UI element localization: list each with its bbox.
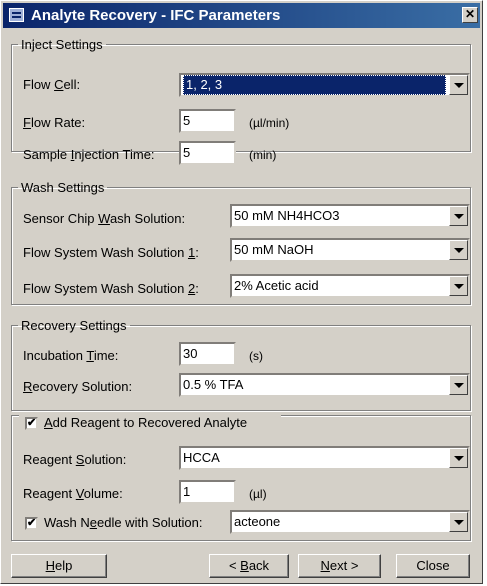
- inject-settings-legend: Inject Settings: [21, 37, 103, 52]
- close-window-button[interactable]: ✕: [462, 7, 478, 23]
- chevron-down-icon[interactable]: [449, 75, 468, 95]
- flow-rate-label: Flow Rate:: [23, 115, 86, 130]
- flow-wash-solution-2-value: 2% Acetic acid: [234, 278, 319, 293]
- flow-cell-label: Flow Cell:: [23, 77, 81, 92]
- flow-wash-solution-1-label: Flow System Wash Solution 1:: [23, 245, 199, 260]
- close-button[interactable]: Close: [396, 554, 470, 578]
- flow-wash-solution-1-value: 50 mM NaOH: [234, 242, 314, 257]
- flow-rate-input[interactable]: 5: [179, 109, 236, 133]
- app-icon: [9, 8, 24, 22]
- sample-injection-time-input[interactable]: 5: [179, 141, 236, 165]
- wash-settings-legend: Wash Settings: [21, 180, 105, 195]
- reagent-volume-input[interactable]: 1: [179, 480, 236, 504]
- flow-wash-solution-1-dropdown[interactable]: 50 mM NaOH: [230, 238, 470, 262]
- sensor-chip-wash-label: Sensor Chip Wash Solution:: [23, 211, 186, 226]
- wash-needle-checkbox[interactable]: ✔: [25, 517, 38, 530]
- wash-needle-value: acteone: [234, 514, 281, 529]
- flow-wash-solution-2-label: Flow System Wash Solution 2:: [23, 281, 199, 296]
- incubation-time-unit: (s): [249, 349, 263, 363]
- incubation-time-input[interactable]: 30: [179, 342, 236, 366]
- add-reagent-label[interactable]: Add Reagent to Recovered Analyte: [44, 415, 247, 430]
- wash-needle-label[interactable]: Wash Needle with Solution:: [44, 515, 203, 530]
- flow-rate-unit: (µl/min): [249, 116, 290, 130]
- chevron-down-icon[interactable]: [449, 512, 468, 532]
- dialog-window: Analyte Recovery - IFC Parameters ✕ Inje…: [0, 0, 483, 584]
- wash-needle-dropdown[interactable]: acteone: [230, 510, 470, 534]
- recovery-solution-label: Recovery Solution:: [23, 379, 133, 394]
- sensor-chip-wash-dropdown[interactable]: 50 mM NH4HCO3: [230, 204, 470, 228]
- flow-cell-dropdown[interactable]: 1, 2, 3: [179, 73, 470, 97]
- chevron-down-icon[interactable]: [449, 276, 468, 296]
- chevron-down-icon[interactable]: [449, 206, 468, 226]
- reagent-volume-unit: (µl): [249, 487, 267, 501]
- help-button[interactable]: Help: [11, 554, 107, 578]
- recovery-settings-group: Recovery Settings: [11, 318, 471, 411]
- flow-cell-value: 1, 2, 3: [183, 75, 446, 95]
- flow-wash-solution-2-dropdown[interactable]: 2% Acetic acid: [230, 274, 470, 298]
- add-reagent-checkbox[interactable]: ✔: [25, 417, 38, 430]
- window-title: Analyte Recovery - IFC Parameters: [31, 7, 281, 24]
- sample-injection-time-label: Sample Injection Time:: [23, 147, 155, 162]
- reagent-solution-label: Reagent Solution:: [23, 452, 127, 467]
- chevron-down-icon[interactable]: [449, 448, 468, 468]
- sensor-chip-wash-value: 50 mM NH4HCO3: [234, 208, 340, 223]
- reagent-solution-value: HCCA: [183, 450, 220, 465]
- sample-injection-time-unit: (min): [249, 148, 277, 162]
- chevron-down-icon[interactable]: [449, 240, 468, 260]
- reagent-volume-label: Reagent Volume:: [23, 486, 123, 501]
- title-bar[interactable]: Analyte Recovery - IFC Parameters ✕: [3, 3, 480, 28]
- chevron-down-icon[interactable]: [449, 375, 468, 395]
- next-button[interactable]: Next >: [298, 554, 381, 578]
- recovery-settings-legend: Recovery Settings: [21, 318, 127, 333]
- recovery-solution-value: 0.5 % TFA: [183, 377, 244, 392]
- back-button[interactable]: < Back: [209, 554, 289, 578]
- reagent-solution-dropdown[interactable]: HCCA: [179, 446, 470, 470]
- recovery-solution-dropdown[interactable]: 0.5 % TFA: [179, 373, 470, 397]
- incubation-time-label: Incubation Time:: [23, 348, 119, 363]
